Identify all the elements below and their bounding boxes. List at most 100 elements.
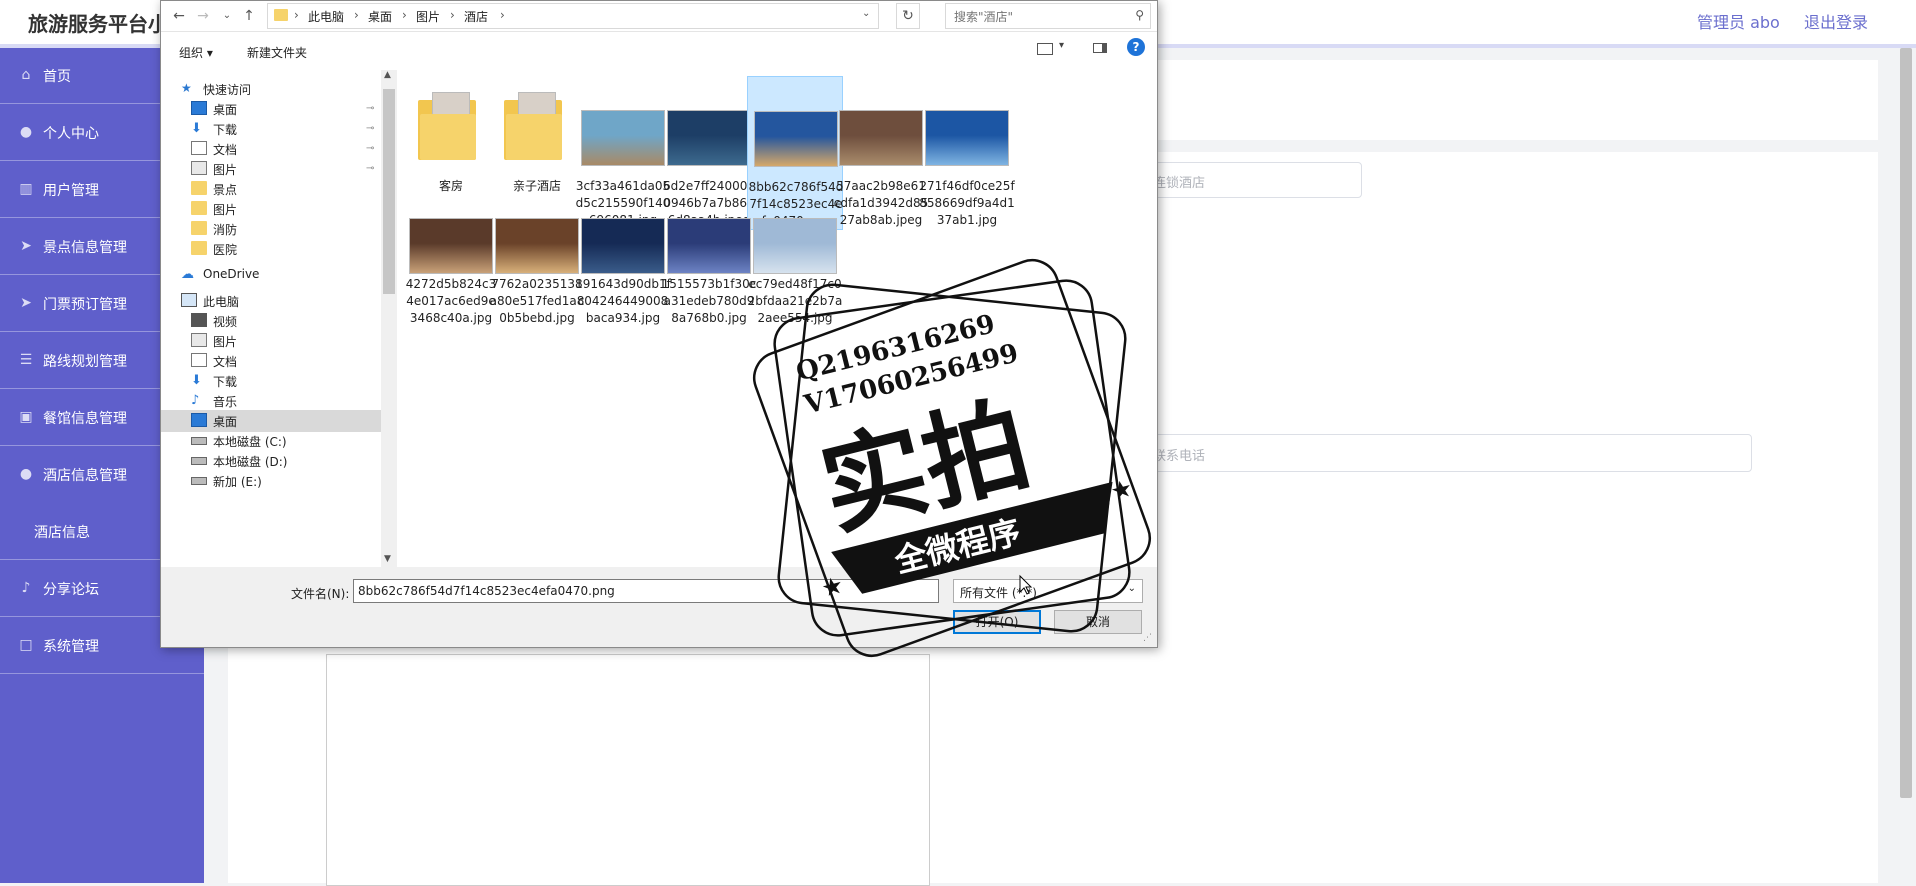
preview-pane-icon[interactable] — [1093, 43, 1107, 53]
sidebar-item-label: 分享论坛 — [43, 582, 99, 598]
breadcrumb-item[interactable]: 酒店 — [464, 8, 488, 25]
file-item[interactable]: 191643d90db1fc04246449008baca934.jpg — [575, 210, 671, 325]
logout-link[interactable]: 退出登录 — [1804, 9, 1868, 33]
folder-icon — [191, 201, 207, 215]
nav-scroll-thumb[interactable] — [383, 89, 395, 294]
app-title: 旅游服务平台小 — [28, 12, 168, 36]
chevron-down-icon: ⌄ — [1127, 583, 1136, 594]
drive-icon — [191, 477, 207, 485]
organize-menu[interactable]: 组织 ▾ — [179, 44, 213, 61]
search-box[interactable]: ⚲ — [945, 3, 1151, 29]
breadcrumb-item[interactable]: 图片 — [416, 8, 440, 25]
pictures-icon — [191, 333, 207, 347]
sidebar-item-label: 首页 — [43, 69, 71, 85]
open-button[interactable]: 打开(O) — [953, 610, 1041, 634]
computer-icon — [181, 293, 197, 307]
filename-input[interactable] — [353, 579, 939, 603]
folder-icon — [191, 241, 207, 255]
chevron-right-icon: › — [354, 8, 359, 22]
nav-item[interactable]: 桌面 — [161, 410, 381, 432]
file-name: 271f46df0ce25f858669df9a4d137ab1.jpg — [919, 179, 1015, 227]
page-scrollbar[interactable] — [1900, 48, 1912, 798]
folder-item[interactable]: 客房 — [403, 76, 499, 230]
nav-item-label: 消防 — [213, 223, 238, 237]
download-icon: ⬇ — [191, 373, 202, 388]
nav-item-label: 本地磁盘 (C:) — [213, 435, 287, 449]
new-folder-button[interactable]: 新建文件夹 — [247, 44, 307, 61]
phone-input[interactable]: 联系电话 — [1142, 434, 1752, 472]
sidebar-item-label: 系统管理 — [43, 639, 99, 655]
hotel-name-input[interactable]: 连锁酒店 — [1142, 162, 1362, 198]
chevron-right-icon: › — [450, 8, 455, 22]
file-item[interactable]: 7762a0235138a80e517fed1a80b5bebd.jpg — [489, 210, 585, 325]
file-name: 7762a0235138a80e517fed1a80b5bebd.jpg — [489, 277, 585, 325]
address-bar-row: ← → ⌄ ↑ › 此电脑 › 桌面 › 图片 › 酒店 › ⌄ ↻ ⚲ — [161, 1, 1157, 32]
help-icon[interactable]: ? — [1127, 38, 1145, 56]
nav-item-label: 文档 — [213, 143, 238, 157]
image-thumbnail — [495, 218, 579, 274]
nav-item-label: 此电脑 — [203, 295, 240, 309]
folder-icon — [191, 221, 207, 235]
file-item[interactable]: 1515573b1f30ca31edeb780d98a768b0.jpg — [661, 210, 757, 325]
forward-button[interactable]: → — [193, 6, 213, 26]
breadcrumb[interactable]: › 此电脑 › 桌面 › 图片 › 酒店 › ⌄ — [267, 3, 879, 29]
scroll-down-icon[interactable]: ▼ — [384, 554, 391, 564]
chevron-right-icon: › — [500, 8, 505, 22]
nav-item-label: 快速访问 — [203, 83, 252, 97]
list-icon: ☰ — [19, 352, 33, 368]
admin-user-label: 管理员 abo — [1697, 13, 1780, 32]
breadcrumb-item[interactable]: 此电脑 — [308, 8, 344, 25]
nav-item-label: 景点 — [213, 183, 238, 197]
breadcrumb-item[interactable]: 桌面 — [368, 8, 392, 25]
sidebar-item-label: 路线规划管理 — [43, 354, 127, 370]
file-item[interactable]: 57aac2b98e61cdfa1d3942d8527ab8ab.jpeg — [833, 76, 929, 230]
nav-item-label: 本地磁盘 (D:) — [213, 455, 288, 469]
nav-item-label: 下载 — [213, 123, 238, 137]
sidebar-item-label: 酒店信息 — [34, 525, 90, 541]
chevron-right-icon: › — [294, 8, 299, 22]
folder-item[interactable]: 亲子酒店 — [489, 76, 585, 230]
file-item[interactable]: 4272d5b824c34e017ac6ed9e3468c40a.jpg — [403, 210, 499, 325]
nav-item-label: 视频 — [213, 315, 238, 329]
hotel-name-placeholder: 连锁酒店 — [1153, 176, 1206, 191]
chevron-down-icon[interactable]: ▾ — [1059, 40, 1064, 51]
up-button[interactable]: ↑ — [239, 6, 259, 26]
chevron-down-icon[interactable]: ⌄ — [862, 8, 870, 19]
dialog-footer: 文件名(N): 所有文件 (*.*) ⌄ 打开(O) 取消 ⋰ — [161, 567, 1157, 647]
view-options-icon[interactable] — [1037, 43, 1053, 55]
file-name: 客房 — [438, 179, 463, 193]
briefcase-icon: ▣ — [19, 409, 33, 425]
resize-grip-icon[interactable]: ⋰ — [1143, 633, 1152, 643]
rich-text-editor[interactable] — [326, 654, 930, 886]
sidebar-item-label: 用户管理 — [43, 183, 99, 199]
recent-dropdown-button[interactable]: ⌄ — [217, 6, 237, 26]
file-item[interactable]: 8bb62c786f54d7f14c8523ec4efa0470.png — [747, 76, 843, 230]
file-item[interactable]: 3cf33a461da05d5c215590f140696081.jpg — [575, 76, 671, 230]
file-item[interactable]: 6d2e7ff2400070946b7a7b8626d8aa4b.jpeg — [661, 76, 757, 230]
cancel-button[interactable]: 取消 — [1054, 610, 1142, 634]
mic-icon: ♪ — [21, 580, 31, 596]
scroll-up-icon[interactable]: ▲ — [384, 70, 391, 80]
download-icon: ⬇ — [191, 121, 202, 136]
nav-item-label: 图片 — [213, 163, 238, 177]
send-icon: ➤ — [20, 295, 32, 311]
back-button[interactable]: ← — [169, 6, 189, 26]
pin-icon: ⊸ — [366, 143, 375, 154]
filename-label: 文件名(N): — [291, 587, 350, 601]
refresh-button[interactable]: ↻ — [896, 3, 920, 29]
filetype-value: 所有文件 (*.*) — [960, 586, 1037, 600]
file-list: 客房 亲子酒店 3cf33a461da05d5c215590f140696081.j… — [397, 70, 1157, 567]
file-name: 57aac2b98e61cdfa1d3942d8527ab8ab.jpeg — [833, 179, 929, 227]
file-item[interactable]: ec79ed48f17c02bfdaa21e2b7a2aee554.jpg — [747, 210, 843, 325]
filetype-select[interactable]: 所有文件 (*.*) ⌄ — [953, 579, 1143, 603]
file-item[interactable]: 271f46df0ce25f858669df9a4d137ab1.jpg — [919, 76, 1015, 230]
sidebar-item-label: 个人中心 — [43, 126, 99, 142]
music-icon: ♪ — [191, 393, 200, 408]
document-icon — [191, 353, 207, 367]
phone-placeholder: 联系电话 — [1153, 449, 1206, 464]
nav-item-label: 图片 — [213, 335, 238, 349]
pin-icon: ⊸ — [366, 163, 375, 174]
nav-item-label: 图片 — [213, 203, 238, 217]
search-input[interactable] — [952, 7, 1126, 27]
folder-icon — [191, 181, 207, 195]
